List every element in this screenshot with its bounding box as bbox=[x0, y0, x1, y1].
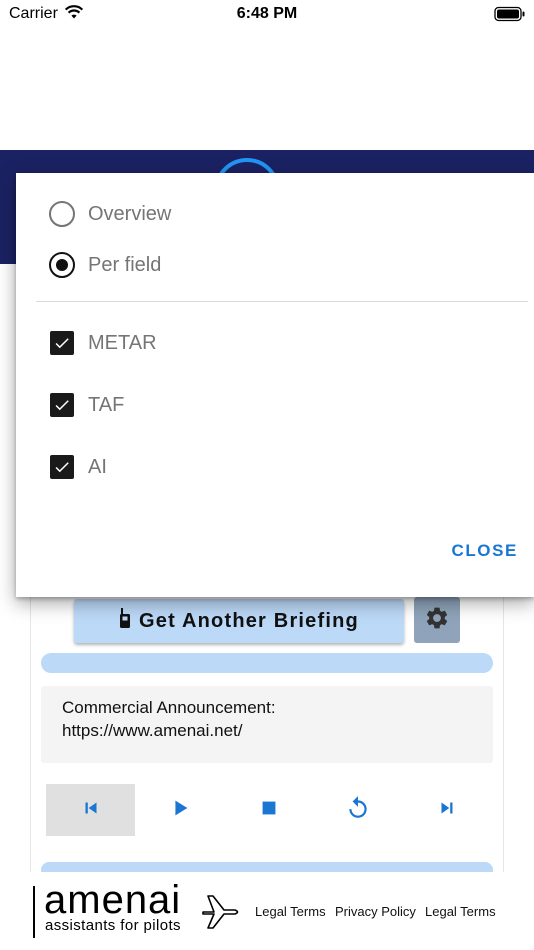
skip-next-button[interactable] bbox=[402, 784, 491, 836]
checkbox-checked-icon[interactable] bbox=[50, 331, 74, 355]
play-button[interactable] bbox=[135, 784, 224, 836]
brand-tagline: assistants for pilots bbox=[45, 917, 181, 934]
airplane-icon bbox=[200, 892, 242, 937]
replay-button[interactable] bbox=[313, 784, 402, 836]
skip-next-icon bbox=[436, 797, 458, 824]
stop-icon bbox=[258, 797, 280, 824]
playback-controls bbox=[46, 784, 492, 836]
footer-link-privacy-policy[interactable]: Privacy Policy bbox=[335, 904, 416, 919]
brand-logo-text: amenai bbox=[44, 878, 182, 922]
battery-icon bbox=[494, 6, 526, 27]
replay-icon bbox=[345, 795, 371, 826]
footer-link-legal-terms[interactable]: Legal Terms bbox=[255, 904, 326, 919]
checkbox-option-metar[interactable]: METAR bbox=[16, 331, 157, 355]
walkie-talkie-icon bbox=[119, 607, 131, 635]
stop-button[interactable] bbox=[224, 784, 313, 836]
next-card-edge bbox=[41, 862, 493, 872]
close-button[interactable]: CLOSE bbox=[451, 541, 518, 561]
checkbox-option-ai[interactable]: AI bbox=[16, 455, 107, 479]
checkbox-label-taf: TAF bbox=[88, 393, 125, 416]
skip-previous-icon bbox=[80, 797, 102, 824]
radio-unchecked-icon[interactable] bbox=[49, 201, 75, 227]
briefing-options-dialog: Overview Per field METAR TAF AI CLOSE bbox=[16, 173, 534, 597]
gear-icon bbox=[424, 605, 450, 636]
radio-checked-icon[interactable] bbox=[49, 252, 75, 278]
radio-label-overview: Overview bbox=[88, 202, 172, 225]
status-bar: Carrier 6:48 PM bbox=[0, 0, 534, 30]
announcement-box: Commercial Announcement: https://www.ame… bbox=[41, 686, 493, 763]
checkbox-checked-icon[interactable] bbox=[50, 393, 74, 417]
logo-divider bbox=[33, 886, 35, 938]
checkbox-checked-icon[interactable] bbox=[50, 455, 74, 479]
get-another-briefing-button[interactable]: Get Another Briefing bbox=[74, 599, 404, 643]
radio-label-per-field: Per field bbox=[88, 253, 162, 276]
radio-option-overview[interactable]: Overview bbox=[16, 201, 171, 227]
checkbox-label-ai: AI bbox=[88, 455, 107, 478]
settings-button[interactable] bbox=[414, 597, 460, 643]
checkbox-label-metar: METAR bbox=[88, 331, 157, 354]
announcement-title: Commercial Announcement: bbox=[62, 698, 276, 717]
skip-previous-button[interactable] bbox=[46, 784, 135, 836]
briefing-progress-bar bbox=[41, 653, 493, 673]
options-divider bbox=[36, 301, 528, 302]
announcement-link[interactable]: https://www.amenai.net/ bbox=[62, 719, 472, 742]
app-screen: Carrier 6:48 PM Get Another Briefing Com… bbox=[0, 0, 534, 950]
briefing-button-label: Get Another Briefing bbox=[139, 609, 359, 632]
checkbox-option-taf[interactable]: TAF bbox=[16, 393, 124, 417]
radio-option-per-field[interactable]: Per field bbox=[16, 252, 161, 278]
footer-link-legal-terms-2[interactable]: Legal Terms bbox=[425, 904, 496, 919]
play-icon bbox=[169, 797, 191, 824]
status-time: 6:48 PM bbox=[236, 5, 298, 22]
